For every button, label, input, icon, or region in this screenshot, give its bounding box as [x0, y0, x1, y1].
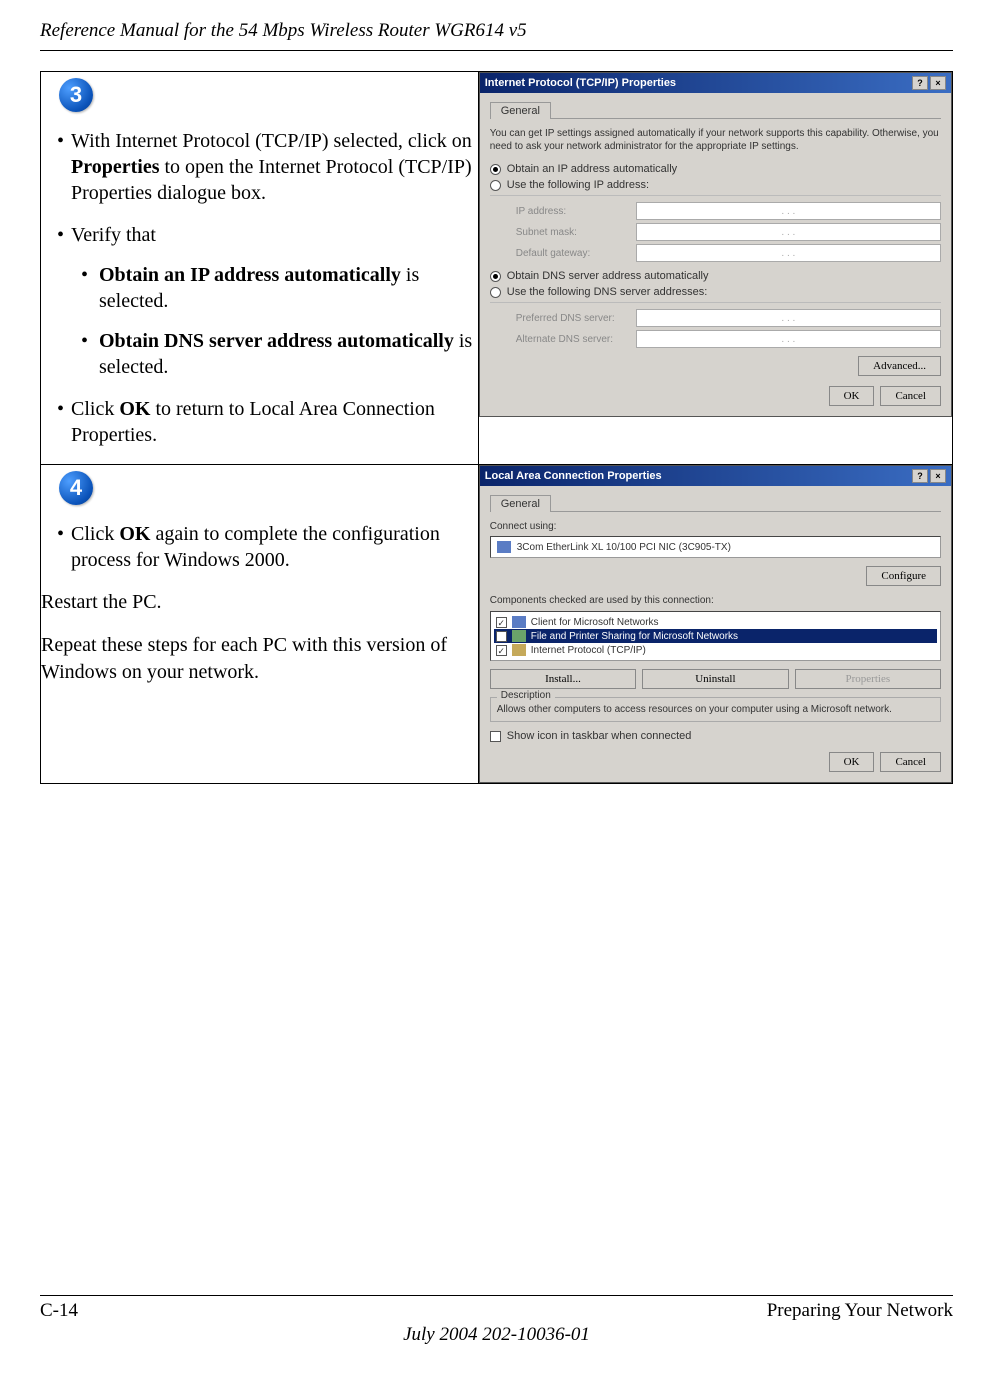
radio-use-ip[interactable]: Use the following IP address: [490, 179, 941, 191]
step-3-screenshot-cell: Internet Protocol (TCP/IP) Properties ? … [478, 72, 952, 465]
text: Click [71, 523, 119, 545]
nic-icon [497, 541, 511, 553]
step-3-text-cell: 3 With Internet Protocol (TCP/IP) select… [41, 72, 479, 465]
list-item-label: File and Printer Sharing for Microsoft N… [531, 631, 738, 642]
step3-bullet-1: With Internet Protocol (TCP/IP) selected… [71, 128, 478, 206]
checkbox-icon[interactable]: ✓ [496, 617, 507, 628]
radio-obtain-dns-auto[interactable]: Obtain DNS server address automatically [490, 270, 941, 282]
checkbox-icon[interactable]: ✓ [496, 645, 507, 656]
adapter-box: 3Com EtherLink XL 10/100 PCI NIC (3C905-… [490, 536, 941, 558]
step4-repeat: Repeat these steps for each PC with this… [41, 632, 478, 686]
help-icon[interactable]: ? [912, 76, 928, 90]
description-label: Description [497, 690, 555, 701]
step3-bullet-2: Verify that Obtain an IP address automat… [71, 222, 478, 380]
radio-icon [490, 164, 501, 175]
checkbox-label: Show icon in taskbar when connected [507, 730, 692, 742]
radio-label: Obtain DNS server address automatically [507, 270, 709, 282]
tab-general[interactable]: General [490, 495, 551, 512]
text: With Internet Protocol (TCP/IP) selected… [71, 130, 472, 152]
description-text: Allows other computers to access resourc… [497, 704, 892, 715]
uninstall-button[interactable]: Uninstall [642, 669, 788, 689]
adapter-name: 3Com EtherLink XL 10/100 PCI NIC (3C905-… [517, 542, 731, 553]
dialog-titlebar: Internet Protocol (TCP/IP) Properties ? … [480, 73, 951, 93]
radio-use-dns[interactable]: Use the following DNS server addresses: [490, 286, 941, 298]
ok-button[interactable]: OK [829, 752, 875, 772]
list-item-label: Client for Microsoft Networks [531, 617, 659, 628]
ip-address-label: IP address: [516, 206, 626, 217]
list-item[interactable]: File and Printer Sharing for Microsoft N… [494, 629, 937, 643]
radio-label: Use the following IP address: [507, 179, 649, 191]
step-badge-3: 3 [59, 78, 93, 112]
close-icon[interactable]: × [930, 76, 946, 90]
tab-general[interactable]: General [490, 102, 551, 119]
header-rule [40, 50, 953, 51]
dialog-intro-text: You can get IP settings assigned automat… [490, 127, 941, 153]
alternate-dns-field [636, 330, 941, 348]
step3-sub-2: Obtain DNS server address automatically … [99, 328, 478, 380]
text-strong: OK [119, 398, 150, 420]
lan-properties-dialog: Local Area Connection Properties ? × Gen… [479, 465, 952, 783]
step3-bullet-3: Click OK to return to Local Area Connect… [71, 396, 478, 448]
dialog-title: Internet Protocol (TCP/IP) Properties [485, 77, 676, 89]
page-footer: C-14 Preparing Your Network July 2004 20… [40, 1295, 953, 1346]
step4-restart: Restart the PC. [41, 589, 478, 616]
default-gateway-label: Default gateway: [516, 248, 626, 259]
default-gateway-field [636, 244, 941, 262]
close-icon[interactable]: × [930, 469, 946, 483]
step4-bullet-1: Click OK again to complete the configura… [71, 521, 478, 573]
client-icon [512, 616, 526, 628]
protocol-icon [512, 644, 526, 656]
step-badge-4: 4 [59, 471, 93, 505]
subnet-mask-label: Subnet mask: [516, 227, 626, 238]
radio-obtain-ip-auto[interactable]: Obtain an IP address automatically [490, 163, 941, 175]
ip-address-field [636, 202, 941, 220]
cancel-button[interactable]: Cancel [880, 752, 941, 772]
subnet-mask-field [636, 223, 941, 241]
show-icon-checkbox[interactable]: Show icon in taskbar when connected [490, 730, 941, 742]
doc-date-id: July 2004 202-10036-01 [40, 1324, 953, 1346]
alternate-dns-label: Alternate DNS server: [516, 334, 626, 345]
advanced-button[interactable]: Advanced... [858, 356, 941, 376]
radio-icon [490, 271, 501, 282]
list-item[interactable]: ✓ Client for Microsoft Networks [494, 615, 937, 629]
text-strong: Properties [71, 156, 160, 178]
radio-icon [490, 180, 501, 191]
ok-button[interactable]: OK [829, 386, 875, 406]
page-running-header: Reference Manual for the 54 Mbps Wireles… [40, 0, 953, 50]
preferred-dns-label: Preferred DNS server: [516, 313, 626, 324]
text-strong: Obtain an IP address automatically [99, 264, 401, 286]
list-item[interactable]: ✓ Internet Protocol (TCP/IP) [494, 643, 937, 657]
list-item-label: Internet Protocol (TCP/IP) [531, 645, 646, 656]
service-icon [512, 630, 526, 642]
configure-button[interactable]: Configure [866, 566, 941, 586]
dialog-titlebar: Local Area Connection Properties ? × [480, 466, 951, 486]
dialog-title: Local Area Connection Properties [485, 470, 662, 482]
connect-using-label: Connect using: [490, 520, 941, 533]
preferred-dns-field [636, 309, 941, 327]
install-button[interactable]: Install... [490, 669, 636, 689]
tcpip-properties-dialog: Internet Protocol (TCP/IP) Properties ? … [479, 72, 952, 417]
checkbox-icon[interactable] [496, 631, 507, 642]
text: Verify that [71, 224, 156, 246]
step-4-screenshot-cell: Local Area Connection Properties ? × Gen… [478, 465, 952, 784]
properties-button[interactable]: Properties [795, 669, 941, 689]
components-listbox[interactable]: ✓ Client for Microsoft Networks File and … [490, 611, 941, 661]
step3-sub-1: Obtain an IP address automatically is se… [99, 262, 478, 314]
instruction-table: 3 With Internet Protocol (TCP/IP) select… [40, 71, 953, 784]
section-name: Preparing Your Network [767, 1300, 953, 1322]
radio-icon [490, 287, 501, 298]
text-strong: Obtain DNS server address automatically [99, 330, 454, 352]
step-4-text-cell: 4 Click OK again to complete the configu… [41, 465, 479, 784]
page-number: C-14 [40, 1300, 78, 1322]
components-label: Components checked are used by this conn… [490, 594, 941, 607]
help-icon[interactable]: ? [912, 469, 928, 483]
cancel-button[interactable]: Cancel [880, 386, 941, 406]
text: Click [71, 398, 119, 420]
description-group: Description Allows other computers to ac… [490, 697, 941, 722]
radio-label: Use the following DNS server addresses: [507, 286, 708, 298]
radio-label: Obtain an IP address automatically [507, 163, 677, 175]
text-strong: OK [119, 523, 150, 545]
checkbox-icon[interactable] [490, 731, 501, 742]
